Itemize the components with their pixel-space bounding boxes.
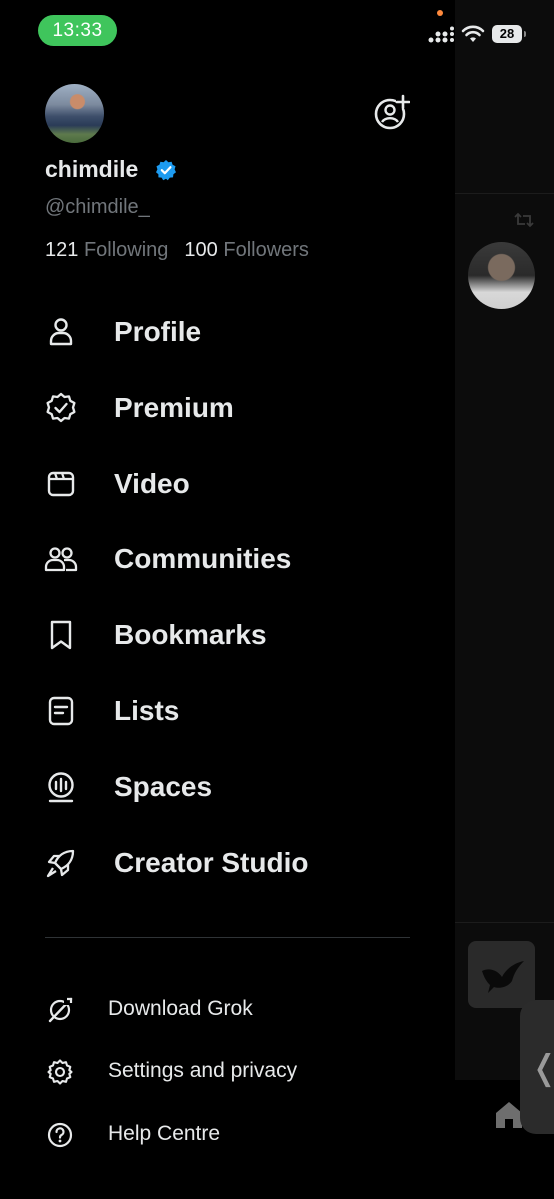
help-icon xyxy=(47,1122,73,1148)
status-time: 13:33 xyxy=(38,15,117,46)
menu-item-download-grok[interactable]: Download Grok xyxy=(0,985,455,1033)
followers-label: Followers xyxy=(223,239,309,261)
bird-icon xyxy=(482,961,524,993)
follow-counts: 121 Following 100 Followers xyxy=(45,239,309,262)
add-account-icon[interactable] xyxy=(372,93,410,131)
menu-item-settings[interactable]: Settings and privacy xyxy=(0,1047,455,1095)
following-count: 121 xyxy=(45,239,79,261)
menu-item-label: Download Grok xyxy=(108,997,253,1020)
grok-icon xyxy=(48,997,73,1023)
divider xyxy=(455,193,554,194)
side-drawer: chimdile @chimdile_ 121 Following 100 Fol… xyxy=(0,0,455,1199)
menu-item-help-centre[interactable]: Help Centre xyxy=(0,1110,455,1158)
menu-item-label: Settings and privacy xyxy=(108,1059,298,1082)
nav-item-label: Creator Studio xyxy=(114,847,309,878)
nav-item-spaces[interactable]: Spaces xyxy=(0,757,455,817)
privacy-indicator-dot xyxy=(437,10,443,16)
people-icon xyxy=(44,547,78,572)
nav-item-label: Video xyxy=(114,468,190,499)
bookmark-icon xyxy=(50,620,72,650)
followers-link[interactable]: 100 Followers xyxy=(184,239,309,261)
list-icon xyxy=(48,696,74,726)
divider xyxy=(455,922,554,923)
nav-item-label: Spaces xyxy=(114,771,213,802)
cellular-signal-icon xyxy=(428,26,454,43)
repost-icon xyxy=(514,212,534,228)
nav-item-lists[interactable]: Lists xyxy=(0,681,455,741)
nav-item-label: Profile xyxy=(114,316,202,347)
nav-item-label: Communities xyxy=(114,543,292,574)
divider xyxy=(45,937,410,938)
post-thumbnail xyxy=(468,941,535,1008)
following-link[interactable]: 121 Following xyxy=(45,239,168,261)
nav-item-premium[interactable]: Premium xyxy=(0,378,455,438)
nav-item-label: Premium xyxy=(114,392,234,423)
menu-item-label: Help Centre xyxy=(108,1122,221,1145)
following-label: Following xyxy=(83,239,169,261)
nav-item-label: Lists xyxy=(114,695,180,726)
battery-indicator: 28 xyxy=(492,25,526,43)
avatar[interactable] xyxy=(45,84,104,143)
nav-item-bookmarks[interactable]: Bookmarks xyxy=(0,605,455,665)
wifi-icon xyxy=(461,25,485,42)
avatar xyxy=(468,242,535,309)
drawer-handle[interactable]: ❬ xyxy=(520,1000,554,1134)
chevron-left-icon: ❬ xyxy=(530,1048,554,1088)
verified-badge-icon xyxy=(46,392,76,423)
dimmed-feed-overlay[interactable]: ❬ xyxy=(455,0,554,1199)
video-clapper-icon xyxy=(47,471,75,497)
rocket-icon xyxy=(46,849,75,878)
person-icon xyxy=(49,318,73,346)
nav-item-creator-studio[interactable]: Creator Studio xyxy=(0,833,455,893)
user-handle: @chimdile_ xyxy=(45,196,150,218)
status-bar: 13:33 28 xyxy=(0,0,554,62)
nav-item-label: Bookmarks xyxy=(114,619,267,650)
spaces-mic-icon xyxy=(48,772,74,803)
nav-item-video[interactable]: Video xyxy=(0,454,455,514)
display-name[interactable]: chimdile xyxy=(45,156,138,183)
verified-badge-icon[interactable] xyxy=(155,159,177,181)
gear-icon xyxy=(47,1059,73,1085)
nav-item-profile[interactable]: Profile xyxy=(0,302,455,362)
followers-count: 100 xyxy=(184,239,218,261)
nav-item-communities[interactable]: Communities xyxy=(0,529,455,589)
